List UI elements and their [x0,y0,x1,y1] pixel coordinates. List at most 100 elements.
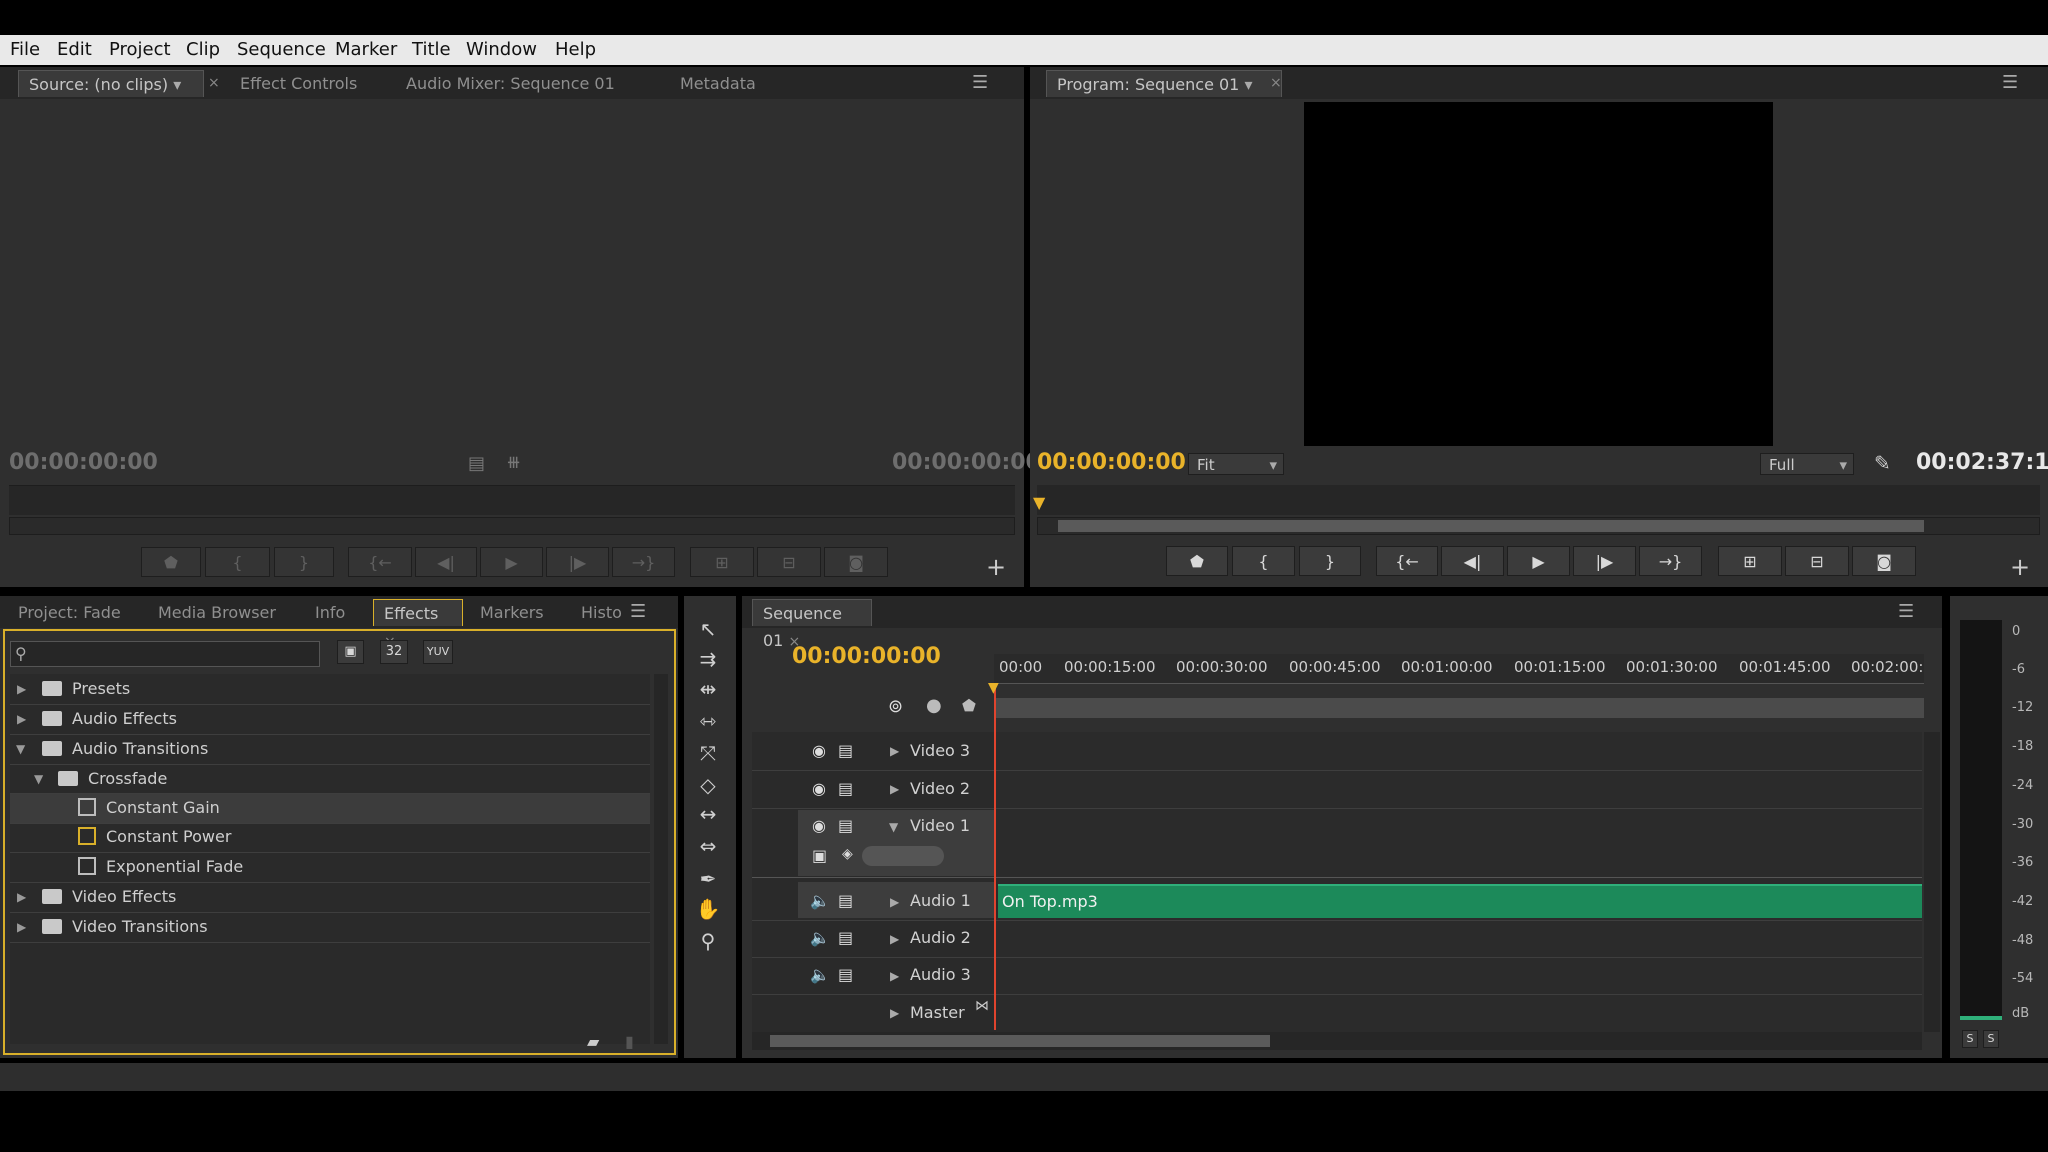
source-time-ruler[interactable] [9,485,1015,515]
rolling-edit-tool-icon[interactable]: ⇿ [692,708,724,734]
filmstrip-icon[interactable]: ▤ [468,453,485,474]
eye-icon[interactable]: ◉ [812,741,826,760]
close-icon[interactable]: × [208,75,220,91]
tree-item-exponential-fade[interactable]: Exponential Fade [78,857,243,876]
expand-triangle-icon[interactable]: ▶ [17,890,26,904]
add-marker-button[interactable]: ⬟ [1166,546,1228,576]
chevron-down-icon[interactable]: ▾ [1244,75,1252,94]
go-to-out-button[interactable]: →} [1639,546,1702,576]
step-forward-button[interactable]: |▶ [1573,546,1636,576]
master-link-icon[interactable]: ⋈ [975,998,989,1014]
menu-file[interactable]: File [10,39,40,60]
panel-menu-icon[interactable]: ☰ [630,601,646,622]
lock-icon[interactable]: ▤ [838,891,853,910]
panel-menu-icon[interactable]: ☰ [972,72,988,93]
tab-effect-controls[interactable]: Effect Controls [230,70,367,97]
wrench-icon[interactable]: ✎ [1874,451,1891,475]
timeline-timecode[interactable]: 00:00:00:00 [792,644,941,669]
pen-tool-icon[interactable]: ✒ [692,866,724,892]
slide-tool-icon[interactable]: ⇔ [692,833,724,859]
tree-item-video-transitions[interactable]: Video Transitions [42,917,208,936]
track-select-tool-icon[interactable]: ⇉ [692,646,724,672]
accelerated-effects-button[interactable]: ▣ [337,640,364,664]
play-button[interactable]: ▶ [480,547,543,577]
menu-window[interactable]: Window [466,39,537,60]
track-label-video-1[interactable]: Video 1 [910,816,970,835]
go-to-in-button[interactable]: {← [1376,546,1438,576]
tree-item-presets[interactable]: Presets [42,679,130,698]
speaker-icon[interactable]: 🔈 [810,891,830,910]
lock-icon[interactable]: ▤ [838,741,853,760]
step-forward-button[interactable]: |▶ [546,547,609,577]
32-bit-effects-button[interactable]: 32 [380,640,408,664]
export-frame-button[interactable]: ◙ [824,547,888,577]
track-label-video-3[interactable]: Video 3 [910,741,970,760]
tree-item-constant-power[interactable]: Constant Power [78,827,231,846]
source-timecode-current[interactable]: 00:00:00:00 [9,450,158,475]
source-zoom-bar[interactable] [9,517,1015,535]
tab-program[interactable]: Program: Sequence 01 ▾ [1046,70,1282,97]
keyframe-navigator[interactable] [862,846,944,866]
lock-icon[interactable]: ▤ [838,816,853,835]
ripple-edit-tool-icon[interactable]: ⇹ [692,676,724,702]
eye-icon[interactable]: ◉ [812,779,826,798]
eye-icon[interactable]: ◉ [812,816,826,835]
program-zoom-bar[interactable] [1037,517,2040,535]
menu-marker[interactable]: Marker [335,39,397,60]
zoom-select[interactable]: Fit ▾ [1188,453,1284,475]
razor-tool-icon[interactable]: ◇ [692,772,724,798]
new-folder-icon[interactable]: ▰ [587,1032,599,1051]
audio-waveform-icon[interactable]: ⧻ [506,452,521,473]
chevron-down-icon[interactable]: ▾ [173,75,181,94]
menu-help[interactable]: Help [555,39,596,60]
keyframe-icon[interactable]: ◈ [842,846,853,862]
menu-sequence[interactable]: Sequence [237,39,326,60]
rate-stretch-tool-icon[interactable]: ⤧ [692,740,724,766]
resolution-select[interactable]: Full ▾ [1760,453,1854,475]
collapse-triangle-icon[interactable]: ▼ [889,820,898,834]
tab-markers[interactable]: Markers [470,599,554,626]
add-marker-button[interactable]: ⬟ [141,547,201,577]
add-marker-icon[interactable]: ⬟ [962,696,976,715]
overwrite-button[interactable]: ⊟ [757,547,821,577]
zoom-tool-icon[interactable]: ⚲ [692,928,724,954]
set-encore-marker-icon[interactable]: ● [926,695,942,716]
play-button[interactable]: ▶ [1507,546,1570,576]
playhead-icon[interactable]: ▼ [1033,493,1045,512]
expand-triangle-icon[interactable]: ▶ [17,682,26,696]
expand-triangle-icon[interactable]: ▶ [890,895,899,909]
hand-tool-icon[interactable]: ✋ [692,896,724,922]
menu-project[interactable]: Project [109,39,171,60]
effects-tree-scrollbar[interactable] [654,674,668,1044]
lock-icon[interactable]: ▤ [838,965,853,984]
track-label-audio-3[interactable]: Audio 3 [910,965,971,984]
playhead-line[interactable] [994,685,996,1030]
yuv-effects-button[interactable]: YUV [423,640,453,664]
plus-icon[interactable]: + [2010,553,2030,581]
go-to-out-button[interactable]: →} [612,547,675,577]
solo-right-button[interactable]: S [1983,1030,1999,1048]
selection-tool-icon[interactable]: ↖ [692,616,724,642]
display-style-icon[interactable]: ▣ [812,846,827,865]
effects-search-input[interactable]: ⚲ [10,641,320,667]
timeline-work-area-bar[interactable] [994,698,1924,718]
lift-button[interactable]: ⊞ [1718,546,1782,576]
track-label-audio-1[interactable]: Audio 1 [910,891,971,910]
menu-title[interactable]: Title [412,39,451,60]
tab-sequence[interactable]: Sequence 01 × [752,599,872,650]
plus-icon[interactable]: + [986,553,1006,581]
tree-item-constant-gain[interactable]: Constant Gain [78,798,220,817]
panel-menu-icon[interactable]: ☰ [1898,601,1914,622]
tab-media-browser[interactable]: Media Browser [148,599,286,626]
trash-icon[interactable]: ▮ [625,1032,634,1051]
tab-project[interactable]: Project: Fade [8,599,131,626]
tree-item-audio-effects[interactable]: Audio Effects [42,709,177,728]
mark-out-button[interactable]: } [274,547,334,577]
tree-item-video-effects[interactable]: Video Effects [42,887,176,906]
expand-triangle-icon[interactable]: ▶ [17,712,26,726]
panel-menu-icon[interactable]: ☰ [2002,72,2018,93]
program-timecode-current[interactable]: 00:00:00:00 [1037,450,1186,475]
tab-history[interactable]: Histo [571,599,632,626]
expand-triangle-icon[interactable]: ▶ [890,932,899,946]
insert-button[interactable]: ⊞ [690,547,754,577]
